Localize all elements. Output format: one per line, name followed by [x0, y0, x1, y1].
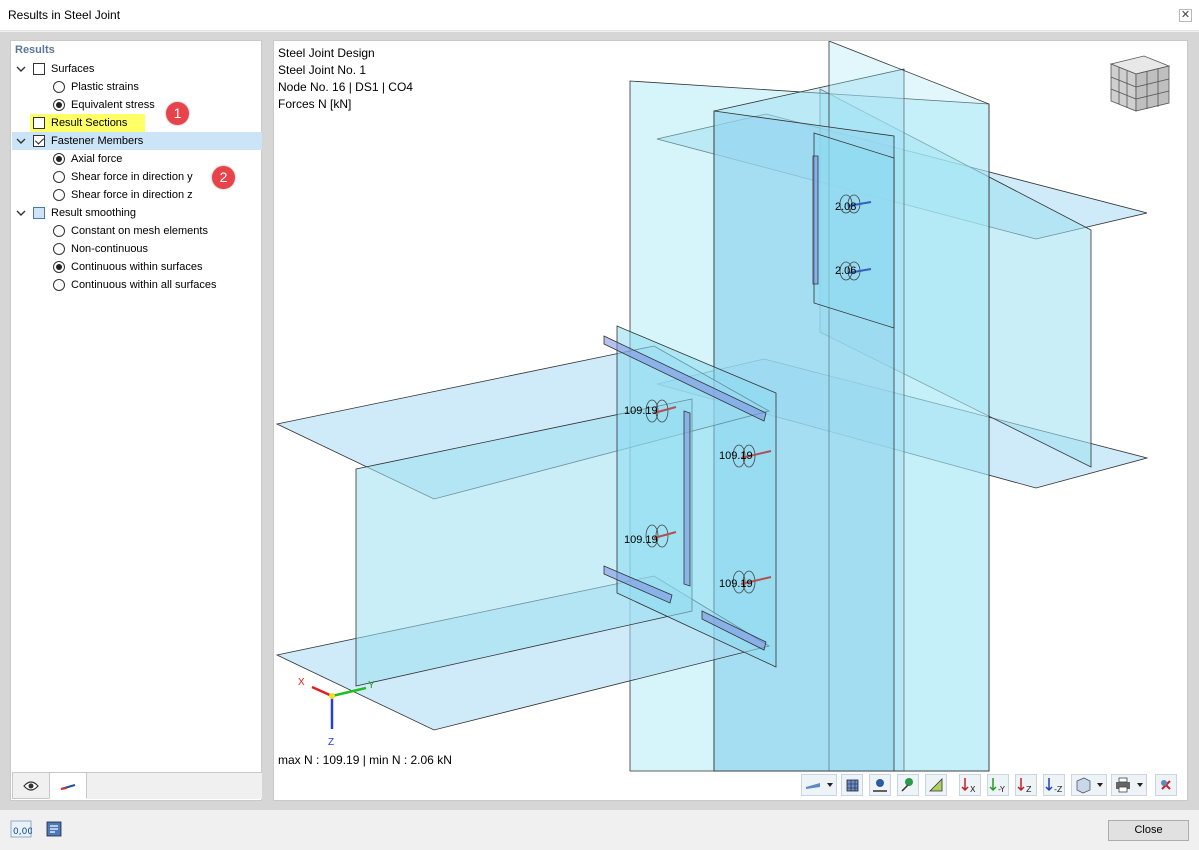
non-continuous-label: Non-continuous [71, 243, 149, 255]
result-label: 109.19 [624, 534, 658, 546]
result-diagram-icon [60, 784, 76, 790]
svg-text:-Z: -Z [1054, 785, 1063, 794]
axial-force-radio[interactable] [53, 153, 65, 165]
steel-joint-model [275, 41, 1171, 772]
result-icon[interactable] [925, 774, 947, 796]
equivalent-stress-label: Equivalent stress [71, 99, 155, 111]
continuous-all-surfaces-radio[interactable] [53, 279, 65, 291]
result-summary: max N : 109.19 | min N : 2.06 kN [278, 753, 452, 767]
tree-item-result-sections[interactable]: Result Sections [30, 114, 145, 132]
result-label: 109.19 [624, 405, 658, 417]
equivalent-stress-radio[interactable] [53, 99, 65, 111]
result-sections-checkbox[interactable] [33, 117, 45, 129]
eye-icon [23, 781, 39, 791]
reset-icon[interactable] [1155, 774, 1177, 796]
cube-icon[interactable] [1071, 774, 1107, 796]
result-sections-label: Result Sections [51, 117, 128, 129]
info-forces: Forces N [kN] [278, 97, 352, 111]
close-button[interactable]: Close [1108, 820, 1189, 841]
window-title: Results in Steel Joint [8, 8, 121, 22]
chevron-down-icon[interactable] [15, 63, 27, 75]
result-smoothing-label: Result smoothing [51, 207, 136, 219]
shear-force-z-label: Shear force in direction z [71, 189, 193, 201]
shear-force-y-label: Shear force in direction y [71, 171, 193, 183]
svg-text:Z: Z [1026, 785, 1032, 794]
result-smoothing-checkbox[interactable] [33, 207, 45, 219]
view-cube[interactable] [1109, 55, 1171, 112]
shear-force-z-radio[interactable] [53, 189, 65, 201]
fastener-members-label: Fastener Members [51, 135, 144, 147]
non-continuous-radio[interactable] [53, 243, 65, 255]
axis-y-label: Y [368, 680, 375, 691]
node-icon[interactable] [869, 774, 891, 796]
constant-mesh-label: Constant on mesh elements [71, 225, 208, 237]
shear-force-y-radio[interactable] [53, 171, 65, 183]
continuous-surfaces-radio[interactable] [53, 261, 65, 273]
close-icon[interactable]: ✕ [1179, 9, 1192, 22]
results-tree-panel: Results Surfaces Plastic strains Equival… [10, 40, 262, 801]
svg-text:X: X [970, 785, 976, 794]
result-label: 109.19 [719, 450, 753, 462]
axial-force-label: Axial force [71, 153, 123, 165]
fastener-members-checkbox[interactable] [33, 135, 45, 147]
view-iso-icon[interactable]: -Z [1043, 774, 1065, 796]
plastic-strains-radio[interactable] [53, 81, 65, 93]
mesh-icon[interactable] [841, 774, 863, 796]
annotation-badge-2: 2 [212, 166, 235, 189]
decimal-icon[interactable]: 0,00 [10, 819, 33, 839]
display-mode-icon[interactable] [801, 774, 837, 796]
view-y-icon[interactable]: -Y [987, 774, 1009, 796]
info-node: Node No. 16 | DS1 | CO4 [278, 80, 413, 94]
result-label: 2.08 [835, 201, 857, 213]
continuous-all-surfaces-label: Continuous within all surfaces [71, 279, 217, 291]
result-label: 2.06 [835, 265, 857, 277]
surfaces-checkbox[interactable] [33, 63, 45, 75]
result-label: 109.19 [719, 578, 753, 590]
chevron-down-icon[interactable] [15, 135, 27, 147]
panel-tabs [12, 772, 262, 799]
continuous-surfaces-label: Continuous within surfaces [71, 261, 203, 273]
view-x-icon[interactable]: X [959, 774, 981, 796]
tab-display[interactable] [12, 772, 50, 799]
tab-results[interactable] [49, 772, 87, 799]
view-z-icon[interactable]: Z [1015, 774, 1037, 796]
viewport-toolbar: X -Y Z -Z [801, 774, 1181, 796]
constant-mesh-radio[interactable] [53, 225, 65, 237]
print-icon[interactable] [1111, 774, 1147, 796]
dialog-footer: 0,00 Close [0, 810, 1199, 850]
info-joint: Steel Joint No. 1 [278, 63, 367, 77]
export-icon[interactable] [44, 819, 66, 839]
surfaces-label: Surfaces [51, 63, 95, 75]
annotation-badge-1: 1 [166, 102, 189, 125]
load-icon[interactable] [897, 774, 919, 796]
axis-x-label: X [298, 677, 305, 688]
plastic-strains-label: Plastic strains [71, 81, 139, 93]
title-bar: Results in Steel Joint ✕ [0, 0, 1199, 31]
chevron-down-icon[interactable] [15, 207, 27, 219]
svg-text:0,00: 0,00 [13, 827, 32, 837]
3d-viewport[interactable]: Steel Joint Design Steel Joint No. 1 Nod… [273, 40, 1188, 801]
axis-z-label: Z [328, 737, 335, 748]
tree-header: Results [15, 44, 55, 56]
info-design: Steel Joint Design [278, 46, 375, 60]
svg-text:-Y: -Y [998, 785, 1005, 794]
